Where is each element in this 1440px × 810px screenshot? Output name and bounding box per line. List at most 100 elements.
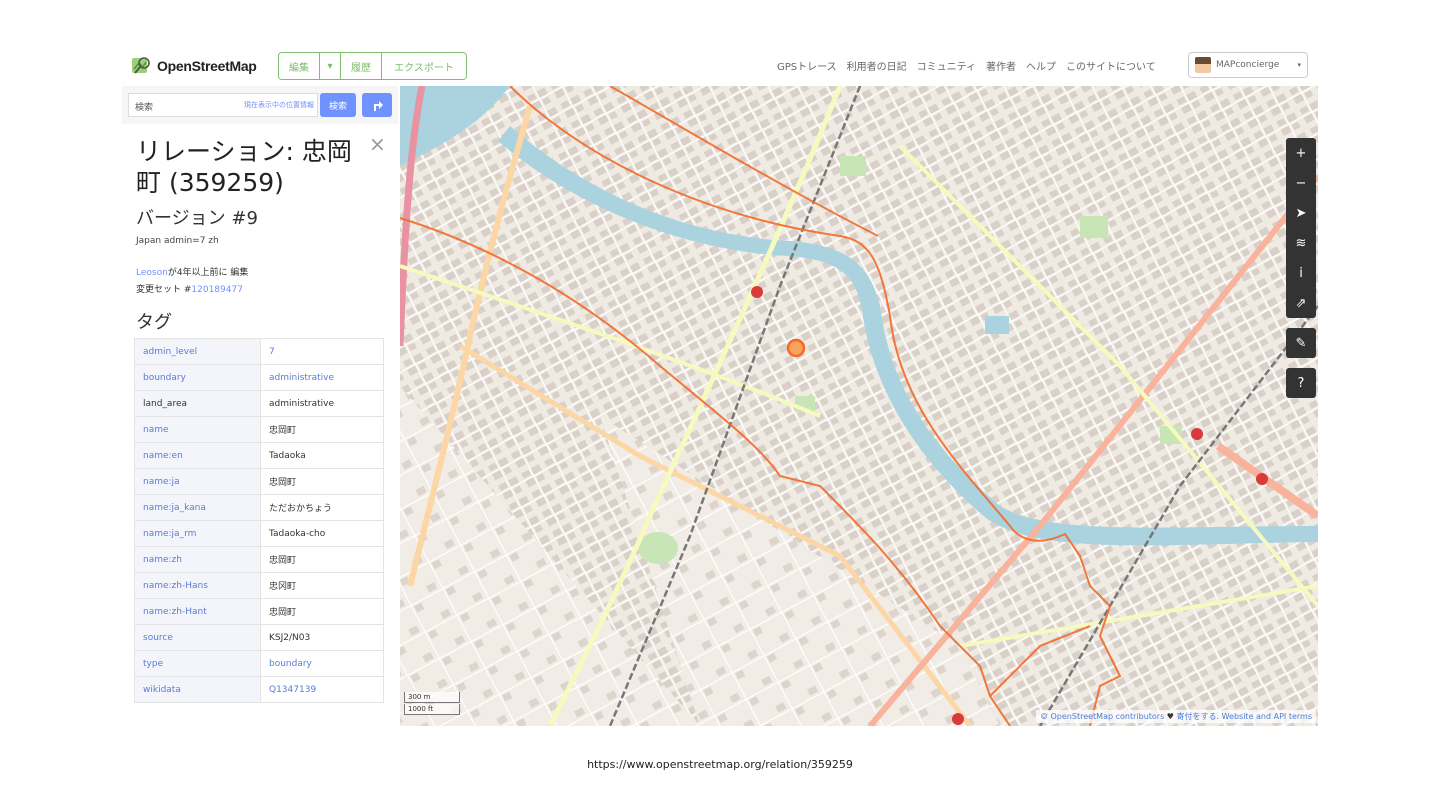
tag-value[interactable]: Q1347139 xyxy=(260,676,384,703)
tag-key[interactable]: name:en xyxy=(134,442,261,469)
tag-row: boundary administrative xyxy=(134,364,384,391)
tag-key[interactable]: name:zh xyxy=(134,546,261,573)
page-url-caption: https://www.openstreetmap.org/relation/3… xyxy=(587,758,853,771)
scale-imperial: 1000 ft xyxy=(404,704,460,715)
tag-row: land_area administrative xyxy=(134,390,384,417)
tag-row: name 忠岡町 xyxy=(134,416,384,443)
map-attribution: © OpenStreetMap contributors ♥ 寄付をする. We… xyxy=(1035,710,1316,723)
poi-marker[interactable] xyxy=(751,286,763,298)
nav-about[interactable]: このサイトについて xyxy=(1066,58,1156,73)
poi-marker[interactable] xyxy=(1191,428,1203,440)
tag-row: name:ja 忠岡町 xyxy=(134,468,384,495)
tag-key[interactable]: name:ja_kana xyxy=(134,494,261,521)
osm-browser-page: OpenStreetMap 編集 ▾ 履歴 エクスポート GPSトレース 利用者… xyxy=(122,46,1318,726)
nav-help[interactable]: ヘルプ xyxy=(1026,58,1056,73)
page-title: リレーション: 忠岡町 (359259) xyxy=(136,137,352,197)
tag-value: 忠岡町 xyxy=(260,546,384,573)
edit-button[interactable]: 編集 xyxy=(279,53,320,79)
tag-value: 忠岡町 xyxy=(260,468,384,495)
map-controls: + − ➤ ≋ i ⇗ ✎ ? xyxy=(1286,138,1316,398)
relation-marker[interactable] xyxy=(786,338,806,358)
tag-value: Tadaoka xyxy=(260,442,384,469)
tag-value: ただおかちょう xyxy=(260,494,384,521)
scale-bar: 300 m 1000 ft xyxy=(404,692,460,716)
directions-icon xyxy=(374,101,383,111)
map-key-button[interactable]: i xyxy=(1286,258,1316,288)
locate-button[interactable]: ➤ xyxy=(1286,198,1316,228)
tag-key[interactable]: name:ja_rm xyxy=(134,520,261,547)
nav-gps-traces[interactable]: GPSトレース xyxy=(777,58,837,73)
tag-row: name:ja_rm Tadaoka-cho xyxy=(134,520,384,547)
tag-key[interactable]: name xyxy=(134,416,261,443)
query-features-button[interactable]: ? xyxy=(1286,368,1316,398)
changeset-comment: Japan admin=7 zh xyxy=(136,236,219,246)
avatar xyxy=(1195,57,1211,73)
poi-marker[interactable] xyxy=(1256,473,1268,485)
tag-value: KSJ2/N03 xyxy=(260,624,384,651)
edited-time-text: が4年以上前に 編集 xyxy=(167,268,249,278)
user-menu-button[interactable]: MAPconcierge ▾ xyxy=(1188,52,1308,78)
where-am-i-link[interactable]: 現在表示中の位置情報 xyxy=(244,100,314,110)
changeset-link[interactable]: 120189477 xyxy=(191,285,243,295)
version-heading: バージョン #9 xyxy=(136,208,258,229)
logo-text: OpenStreetMap xyxy=(157,58,257,74)
tag-row: name:ja_kana ただおかちょう xyxy=(134,494,384,521)
poi-marker[interactable] xyxy=(952,713,964,725)
directions-button[interactable] xyxy=(362,93,392,117)
tag-row: name:en Tadaoka xyxy=(134,442,384,469)
add-note-button[interactable]: ✎ xyxy=(1286,328,1316,358)
nav-copyright[interactable]: 著作者 xyxy=(986,58,1016,73)
editor-user-link[interactable]: Leoson xyxy=(136,268,168,278)
heart-icon: ♥ xyxy=(1166,712,1174,721)
tag-value: Tadaoka-cho xyxy=(260,520,384,547)
history-button[interactable]: 履歴 xyxy=(341,53,382,79)
sidebar: 検索 現在表示中の位置情報 検索 × リレーション: 忠岡町 (359259) … xyxy=(122,86,398,726)
tag-row: name:zh-Hans 忠冈町 xyxy=(134,572,384,599)
tag-value: 忠冈町 xyxy=(260,572,384,599)
tag-key[interactable]: type xyxy=(134,650,261,677)
osm-magnifier-logo-icon xyxy=(132,57,150,74)
close-icon[interactable]: × xyxy=(369,132,386,156)
search-input[interactable]: 検索 現在表示中の位置情報 xyxy=(128,93,318,117)
tag-row: name:zh-Hant 忠岡町 xyxy=(134,598,384,625)
tag-key[interactable]: name:zh-Hans xyxy=(134,572,261,599)
main-nav: GPSトレース 利用者の日記 コミュニティ 著作者 ヘルプ このサイトについて xyxy=(777,58,1156,73)
zoom-out-button[interactable]: − xyxy=(1286,168,1316,198)
tag-row: wikidata Q1347139 xyxy=(134,676,384,703)
layers-button[interactable]: ≋ xyxy=(1286,228,1316,258)
tag-key[interactable]: wikidata xyxy=(134,676,261,703)
tags-table: admin_level 7 boundary administrative land_a… xyxy=(134,338,384,703)
nav-communities[interactable]: コミュニティ xyxy=(917,58,976,73)
tag-value[interactable]: administrative xyxy=(260,364,384,391)
tag-value[interactable]: boundary xyxy=(260,650,384,677)
tag-key[interactable]: name:zh-Hant xyxy=(134,598,261,625)
osm-logo[interactable]: OpenStreetMap xyxy=(130,54,257,78)
map-canvas[interactable] xyxy=(400,86,1318,726)
tag-key[interactable]: admin_level xyxy=(134,338,261,365)
export-button[interactable]: エクスポート xyxy=(382,53,466,79)
tag-key[interactable]: boundary xyxy=(134,364,261,391)
edit-dropdown-button[interactable]: ▾ xyxy=(320,53,341,79)
tag-value[interactable]: 7 xyxy=(260,338,384,365)
top-header: OpenStreetMap 編集 ▾ 履歴 エクスポート GPSトレース 利用者… xyxy=(122,46,1318,86)
copyright-link[interactable]: © OpenStreetMap contributors xyxy=(1040,712,1164,721)
tag-row: source KSJ2/N03 xyxy=(134,624,384,651)
search-bar: 検索 現在表示中の位置情報 検索 xyxy=(122,86,398,124)
tag-key[interactable]: source xyxy=(134,624,261,651)
share-button[interactable]: ⇗ xyxy=(1286,288,1316,318)
user-name: MAPconcierge xyxy=(1216,60,1280,70)
changeset-line: 変更セット #120189477 xyxy=(136,282,243,295)
edit-button-group: 編集 ▾ 履歴 エクスポート xyxy=(278,52,467,80)
tag-value: 忠岡町 xyxy=(260,416,384,443)
tag-key[interactable]: name:ja xyxy=(134,468,261,495)
tag-row: name:zh 忠岡町 xyxy=(134,546,384,573)
search-button[interactable]: 検索 xyxy=(320,93,356,117)
tags-heading: タグ xyxy=(136,312,172,333)
zoom-in-button[interactable]: + xyxy=(1286,138,1316,168)
nav-user-diaries[interactable]: 利用者の日記 xyxy=(847,58,907,73)
edited-by-line: Leosonが4年以上前に 編集 xyxy=(136,265,248,278)
map-view[interactable]: + − ➤ ≋ i ⇗ ✎ ? 300 m 1000 ft © OpenStre… xyxy=(400,86,1318,726)
tag-key: land_area xyxy=(134,390,261,417)
tag-value: 忠岡町 xyxy=(260,598,384,625)
donate-terms-links[interactable]: 寄付をする. Website and API terms xyxy=(1177,712,1312,721)
